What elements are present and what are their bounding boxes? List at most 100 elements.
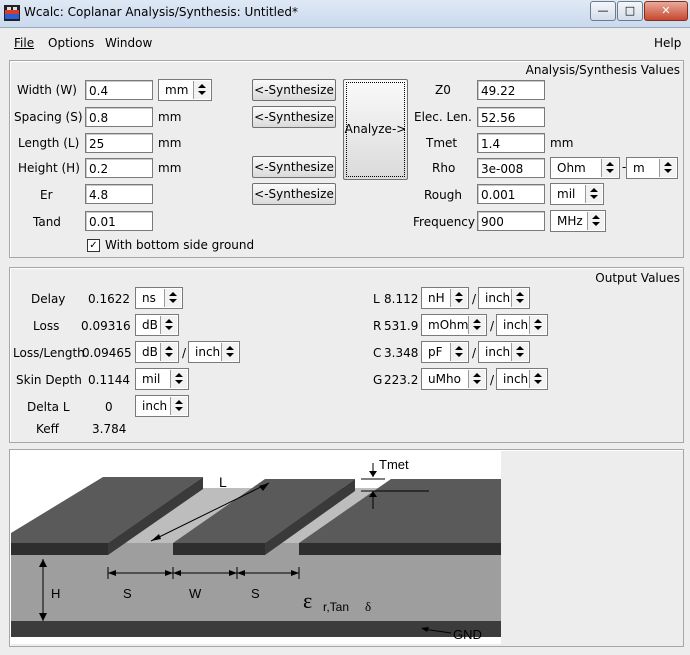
rough-unit-value: mil — [557, 187, 576, 201]
delay-label: Delay — [31, 292, 66, 306]
skin-depth-unit-value: mil — [142, 372, 161, 386]
rough-unit-select[interactable]: mil — [550, 183, 604, 205]
bottom-ground-checkbox[interactable]: ✓ — [87, 239, 100, 252]
r-unit2-value: inch — [503, 318, 529, 332]
r-unit-separator: / — [490, 319, 495, 333]
length-input[interactable]: 25 — [85, 133, 153, 153]
width-input[interactable]: 0.4 — [85, 80, 153, 100]
l-unit2-select[interactable]: inch — [478, 287, 530, 309]
spin-arrows-icon — [585, 185, 602, 203]
spin-arrows-icon — [450, 343, 467, 361]
spacing-input[interactable]: 0.8 — [85, 107, 153, 127]
c-label: C — [373, 346, 382, 360]
width-unit-select[interactable]: mm — [158, 79, 212, 101]
epsilon-subscript: r,Tan — [323, 600, 349, 614]
tmet-input[interactable]: 1.4 — [477, 133, 545, 153]
synthesize-width-button[interactable]: <-Synthesize — [252, 79, 336, 101]
close-button[interactable]: ✕ — [644, 1, 688, 21]
g-unit2-value: inch — [503, 372, 529, 386]
g-unit1-select[interactable]: uMho — [421, 368, 487, 390]
delta-symbol: δ — [365, 599, 371, 614]
r-unit2-select[interactable]: inch — [496, 314, 548, 336]
app-icon — [4, 5, 20, 21]
minimize-icon: — — [597, 4, 609, 17]
tand-input[interactable]: 0.01 — [85, 211, 153, 231]
c-unit2-value: inch — [485, 345, 511, 359]
analyze-button[interactable]: Analyze-> — [343, 79, 408, 180]
c-unit1-select[interactable]: pF — [421, 341, 469, 363]
loss-length-unit2-select[interactable]: inch — [188, 341, 240, 363]
er-label: Er — [40, 188, 53, 202]
loss-unit-value: dB — [142, 318, 158, 332]
width-diagram-label: W — [189, 586, 202, 601]
loss-length-unit1-value: dB — [142, 345, 158, 359]
width-label: Width (W) — [17, 83, 77, 97]
spin-arrows-icon — [468, 316, 485, 334]
height-input[interactable]: 0.2 — [85, 158, 153, 178]
height-label: Height (H) — [18, 161, 80, 175]
spin-arrows-icon — [450, 289, 467, 307]
menu-file[interactable]: File — [14, 36, 34, 50]
rho-label: Rho — [432, 161, 456, 175]
spin-arrows-icon — [511, 289, 528, 307]
epsilon-symbol: ε — [303, 588, 312, 613]
g-label: G — [373, 373, 383, 387]
maximize-button[interactable]: □ — [617, 1, 643, 21]
rho-unit1-select[interactable]: Ohm — [550, 157, 620, 179]
synthesize-spacing-button[interactable]: <-Synthesize — [252, 106, 336, 128]
loss-unit-select[interactable]: dB — [135, 314, 179, 336]
g-unit2-select[interactable]: inch — [496, 368, 548, 390]
left-ground-trace-front — [11, 543, 108, 555]
frequency-label: Frequency — [413, 215, 475, 229]
loss-length-unit1-select[interactable]: dB — [135, 341, 179, 363]
menu-window[interactable]: Window — [105, 36, 152, 50]
er-input[interactable]: 4.8 — [85, 184, 153, 204]
tand-label: Tand — [33, 215, 61, 229]
z0-label: Z0 — [435, 83, 451, 97]
synthesize-height-button[interactable]: <-Synthesize — [252, 156, 336, 178]
skin-depth-unit-select[interactable]: mil — [135, 368, 189, 390]
menu-options[interactable]: Options — [48, 36, 94, 50]
minimize-button[interactable]: — — [590, 1, 616, 21]
spin-arrows-icon — [529, 370, 546, 388]
delay-unit-select[interactable]: ns — [135, 287, 183, 309]
frequency-unit-select[interactable]: MHz — [550, 210, 606, 232]
c-unit1-value: pF — [428, 345, 443, 359]
delay-value: 0.1622 — [88, 292, 130, 306]
menu-bar — [0, 28, 690, 56]
spin-arrows-icon — [193, 81, 210, 99]
frequency-input[interactable]: 900 — [477, 211, 545, 231]
elec-len-input[interactable]: 52.56 — [477, 107, 545, 127]
keff-label: Keff — [36, 422, 59, 436]
r-unit1-value: mOhm — [428, 318, 469, 332]
rho-unit1-value: Ohm — [557, 161, 586, 175]
rough-label: Rough — [424, 188, 462, 202]
c-unit-separator: / — [472, 346, 477, 360]
rho-input[interactable]: 3e-008 — [477, 158, 545, 178]
l-unit1-select[interactable]: nH — [421, 287, 469, 309]
loss-length-value: 0.09465 — [82, 346, 132, 360]
length-unit: mm — [158, 136, 182, 150]
delta-l-unit-select[interactable]: inch — [135, 395, 189, 417]
coplanar-diagram-svg: L Tmet H S W S ε r,Tan δ GND — [11, 457, 501, 642]
menu-help[interactable]: Help — [654, 36, 681, 50]
r-unit1-select[interactable]: mOhm — [421, 314, 487, 336]
l-label: L — [373, 292, 380, 306]
rho-unit2-value: m — [633, 161, 645, 175]
maximize-icon: □ — [624, 4, 636, 17]
skin-depth-value: 0.1144 — [88, 373, 130, 387]
z0-input[interactable]: 49.22 — [477, 80, 545, 100]
rho-unit2-select[interactable]: m — [626, 157, 678, 179]
elec-len-label: Elec. Len. — [414, 110, 472, 124]
rough-input[interactable]: 0.001 — [477, 184, 545, 204]
spin-arrows-icon — [160, 316, 177, 334]
delta-l-value: 0 — [105, 400, 113, 414]
skin-depth-label: Skin Depth — [16, 373, 82, 387]
spacing-left-label: S — [123, 586, 132, 601]
width-unit-value: mm — [165, 83, 189, 97]
synthesize-er-button[interactable]: <-Synthesize — [252, 183, 336, 205]
tmet-label: Tmet — [426, 136, 458, 150]
spin-arrows-icon — [164, 289, 181, 307]
c-unit2-select[interactable]: inch — [478, 341, 530, 363]
r-label: R — [373, 319, 382, 333]
